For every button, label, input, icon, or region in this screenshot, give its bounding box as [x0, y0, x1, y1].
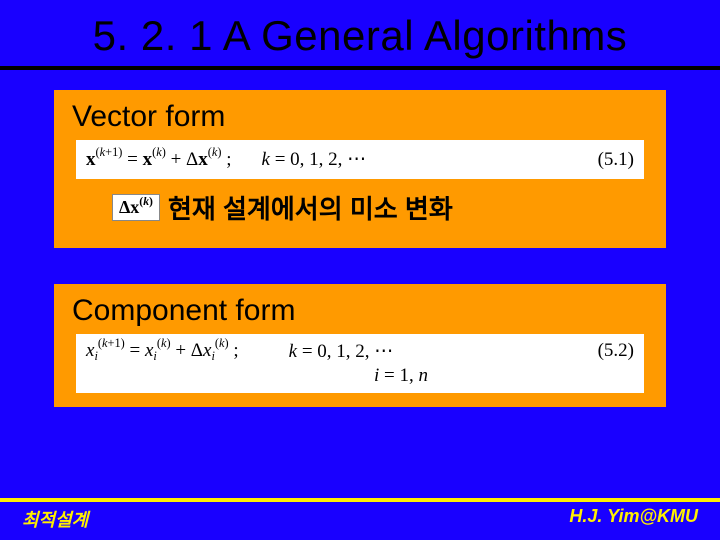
note-text: 현재 설계에서의 미소 변화	[168, 189, 453, 226]
slide: 5. 2. 1 A General Algorithms Vector form…	[0, 0, 720, 540]
title-area: 5. 2. 1 A General Algorithms	[0, 0, 720, 70]
component-form-heading: Component form	[72, 294, 652, 328]
footer-right: H.J. Yim@KMU	[569, 506, 698, 532]
vector-form-panel: Vector form x(k+1) = x(k) + Δx(k) ; k = …	[54, 90, 666, 248]
eq-lhs: x(k+1) = x(k) + Δx(k) ;	[86, 149, 232, 171]
eq2-lhs: xi(k+1) = xi(k) + Δxi(k) ;	[86, 340, 239, 362]
footer-divider	[0, 498, 720, 502]
vector-form-heading: Vector form	[72, 100, 652, 134]
eq2-k-range: k = 0, 1, 2, ⋯	[289, 340, 394, 363]
eq2-i-range: i = 1, n	[374, 365, 428, 387]
slide-title: 5. 2. 1 A General Algorithms	[0, 8, 720, 66]
footer: 최적설계 H.J. Yim@KMU	[0, 506, 720, 532]
eq-k-range: k = 0, 1, 2, ⋯	[262, 148, 367, 171]
vector-form-note: Δx(k) 현재 설계에서의 미소 변화	[112, 189, 646, 226]
eq-number: (5.1)	[598, 149, 634, 171]
eq2-number: (5.2)	[598, 340, 634, 362]
content: Vector form x(k+1) = x(k) + Δx(k) ; k = …	[0, 70, 720, 407]
component-form-equation: xi(k+1) = xi(k) + Δxi(k) ; k = 0, 1, 2, …	[76, 334, 644, 393]
component-form-panel: Component form xi(k+1) = xi(k) + Δxi(k) …	[54, 284, 666, 407]
delta-x-symbol: Δx(k)	[112, 194, 160, 221]
vector-form-equation: x(k+1) = x(k) + Δx(k) ; k = 0, 1, 2, ⋯ (…	[76, 140, 644, 179]
footer-left: 최적설계	[22, 506, 88, 532]
